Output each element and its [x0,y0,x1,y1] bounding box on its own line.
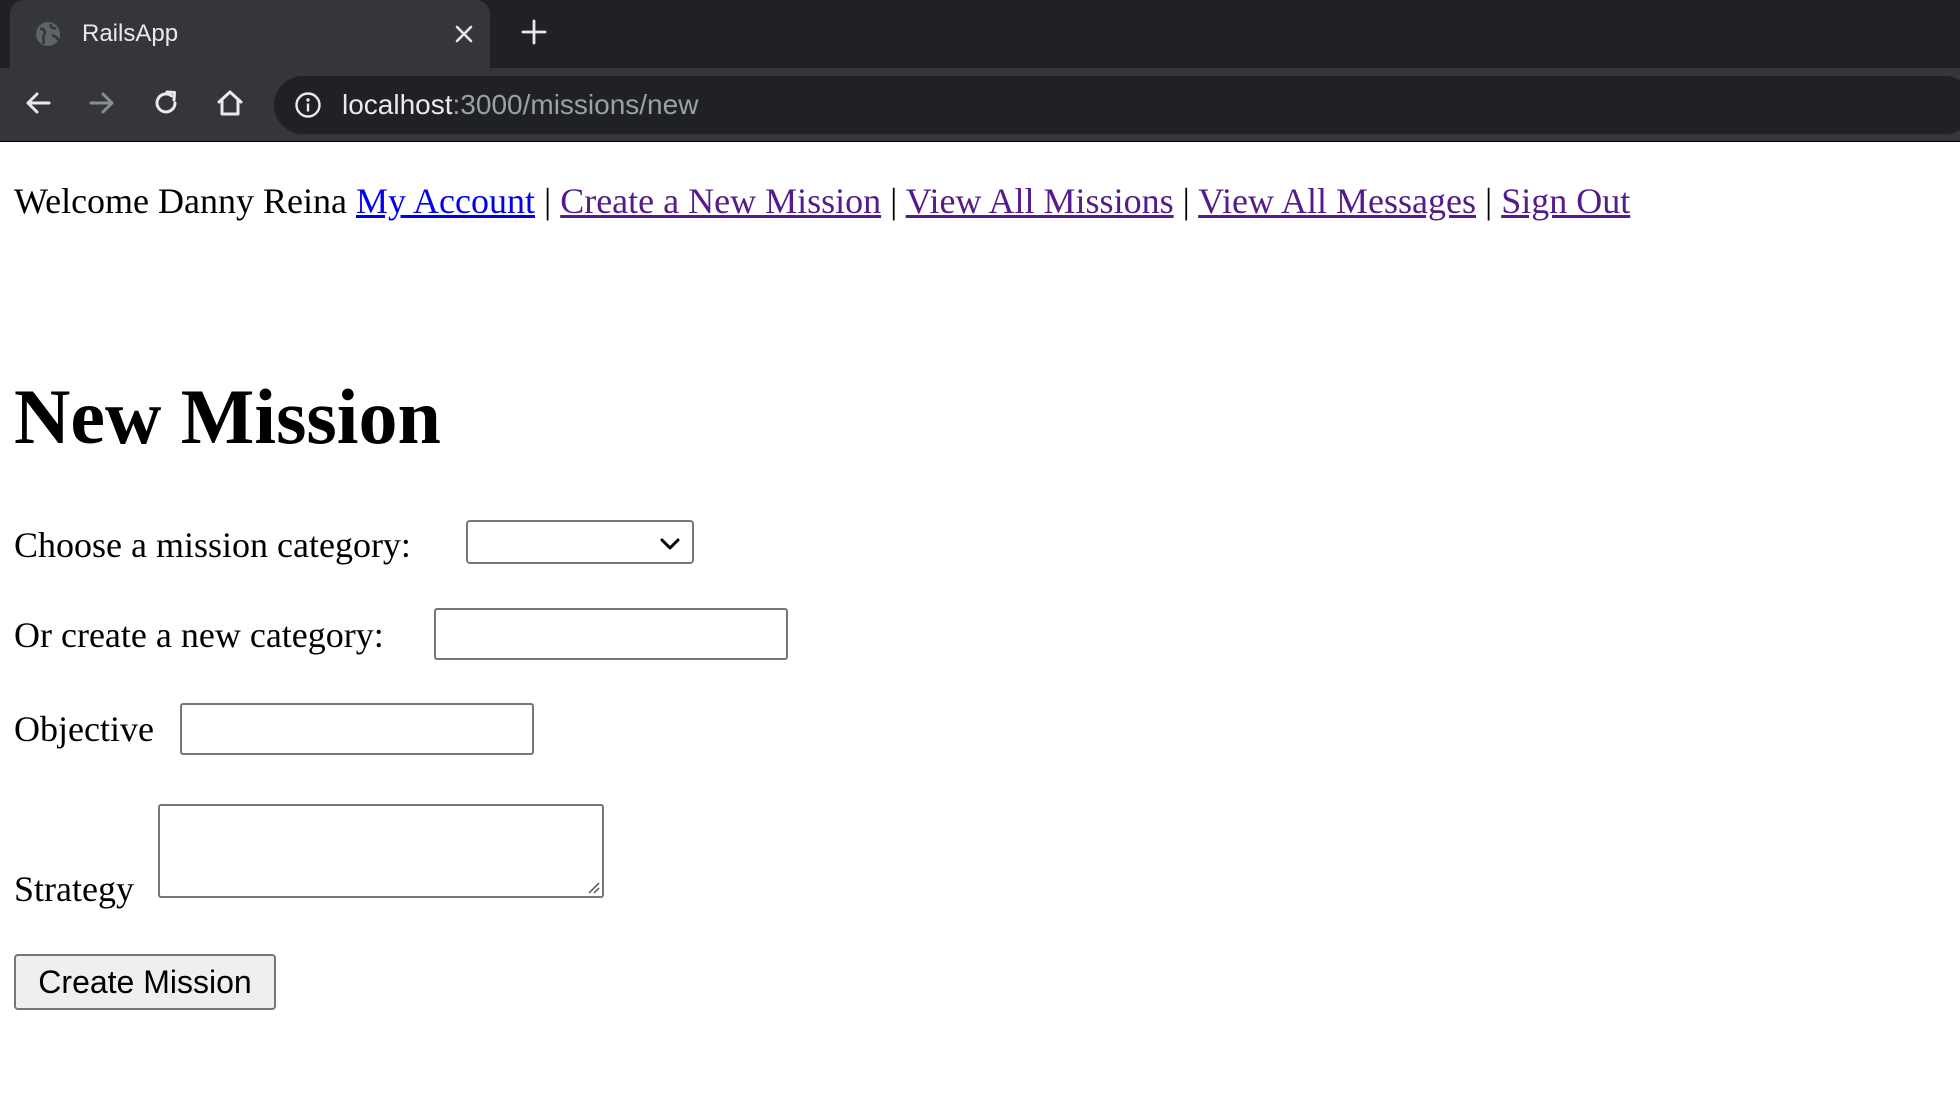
strategy-row: Strategy [14,864,134,910]
close-icon[interactable] [450,20,478,48]
my-account-link[interactable]: My Account [356,181,535,221]
category-label: Choose a mission category: [14,524,411,565]
new-tab-button[interactable] [516,16,552,52]
home-icon [215,88,245,123]
page-title: New Mission [14,373,441,460]
browser-toolbar: localhost:3000/missions/new [0,68,1960,142]
strategy-label: Strategy [14,868,134,909]
info-icon[interactable] [294,91,322,119]
category-select[interactable] [466,520,694,564]
view-messages-link[interactable]: View All Messages [1198,181,1476,221]
home-button[interactable] [210,85,250,125]
view-missions-link[interactable]: View All Missions [906,181,1174,221]
nav-separator: | [890,181,898,221]
sign-out-link[interactable]: Sign Out [1501,181,1630,221]
top-nav: Welcome Danny Reina My Account | Create … [14,180,1630,222]
objective-label: Objective [14,708,154,749]
reload-icon [151,88,181,123]
globe-icon [34,20,62,48]
tab-title: RailsApp [82,20,179,47]
tab-strip: RailsApp [0,0,1960,68]
new-category-input[interactable] [434,608,788,660]
back-button[interactable] [18,85,58,125]
url-path: :3000/missions/new [452,89,699,120]
new-category-label: Or create a new category: [14,614,384,655]
nav-separator: | [1182,181,1190,221]
objective-row: Objective [14,704,154,750]
chrome-divider [0,141,1960,142]
reload-button[interactable] [146,85,186,125]
plus-icon [521,19,547,50]
address-bar[interactable]: localhost:3000/missions/new [274,76,1960,134]
chevron-down-icon [658,532,682,556]
browser-tab[interactable]: RailsApp [10,0,490,68]
objective-input[interactable] [180,703,534,755]
forward-button[interactable] [82,85,122,125]
back-arrow-icon [23,88,53,123]
nav-separator: | [543,181,552,221]
forward-arrow-icon [87,88,117,123]
new-category-row: Or create a new category: [14,610,384,656]
url-host: localhost [342,89,453,120]
nav-separator: | [1484,181,1493,221]
create-mission-button[interactable]: Create Mission [14,954,276,1010]
strategy-textarea[interactable] [158,804,604,898]
url-text: localhost:3000/missions/new [342,88,698,122]
category-row: Choose a mission category: [14,520,411,566]
welcome-text: Welcome Danny Reina [14,181,347,221]
resize-grip-icon[interactable] [584,878,600,894]
create-mission-link[interactable]: Create a New Mission [560,181,881,221]
